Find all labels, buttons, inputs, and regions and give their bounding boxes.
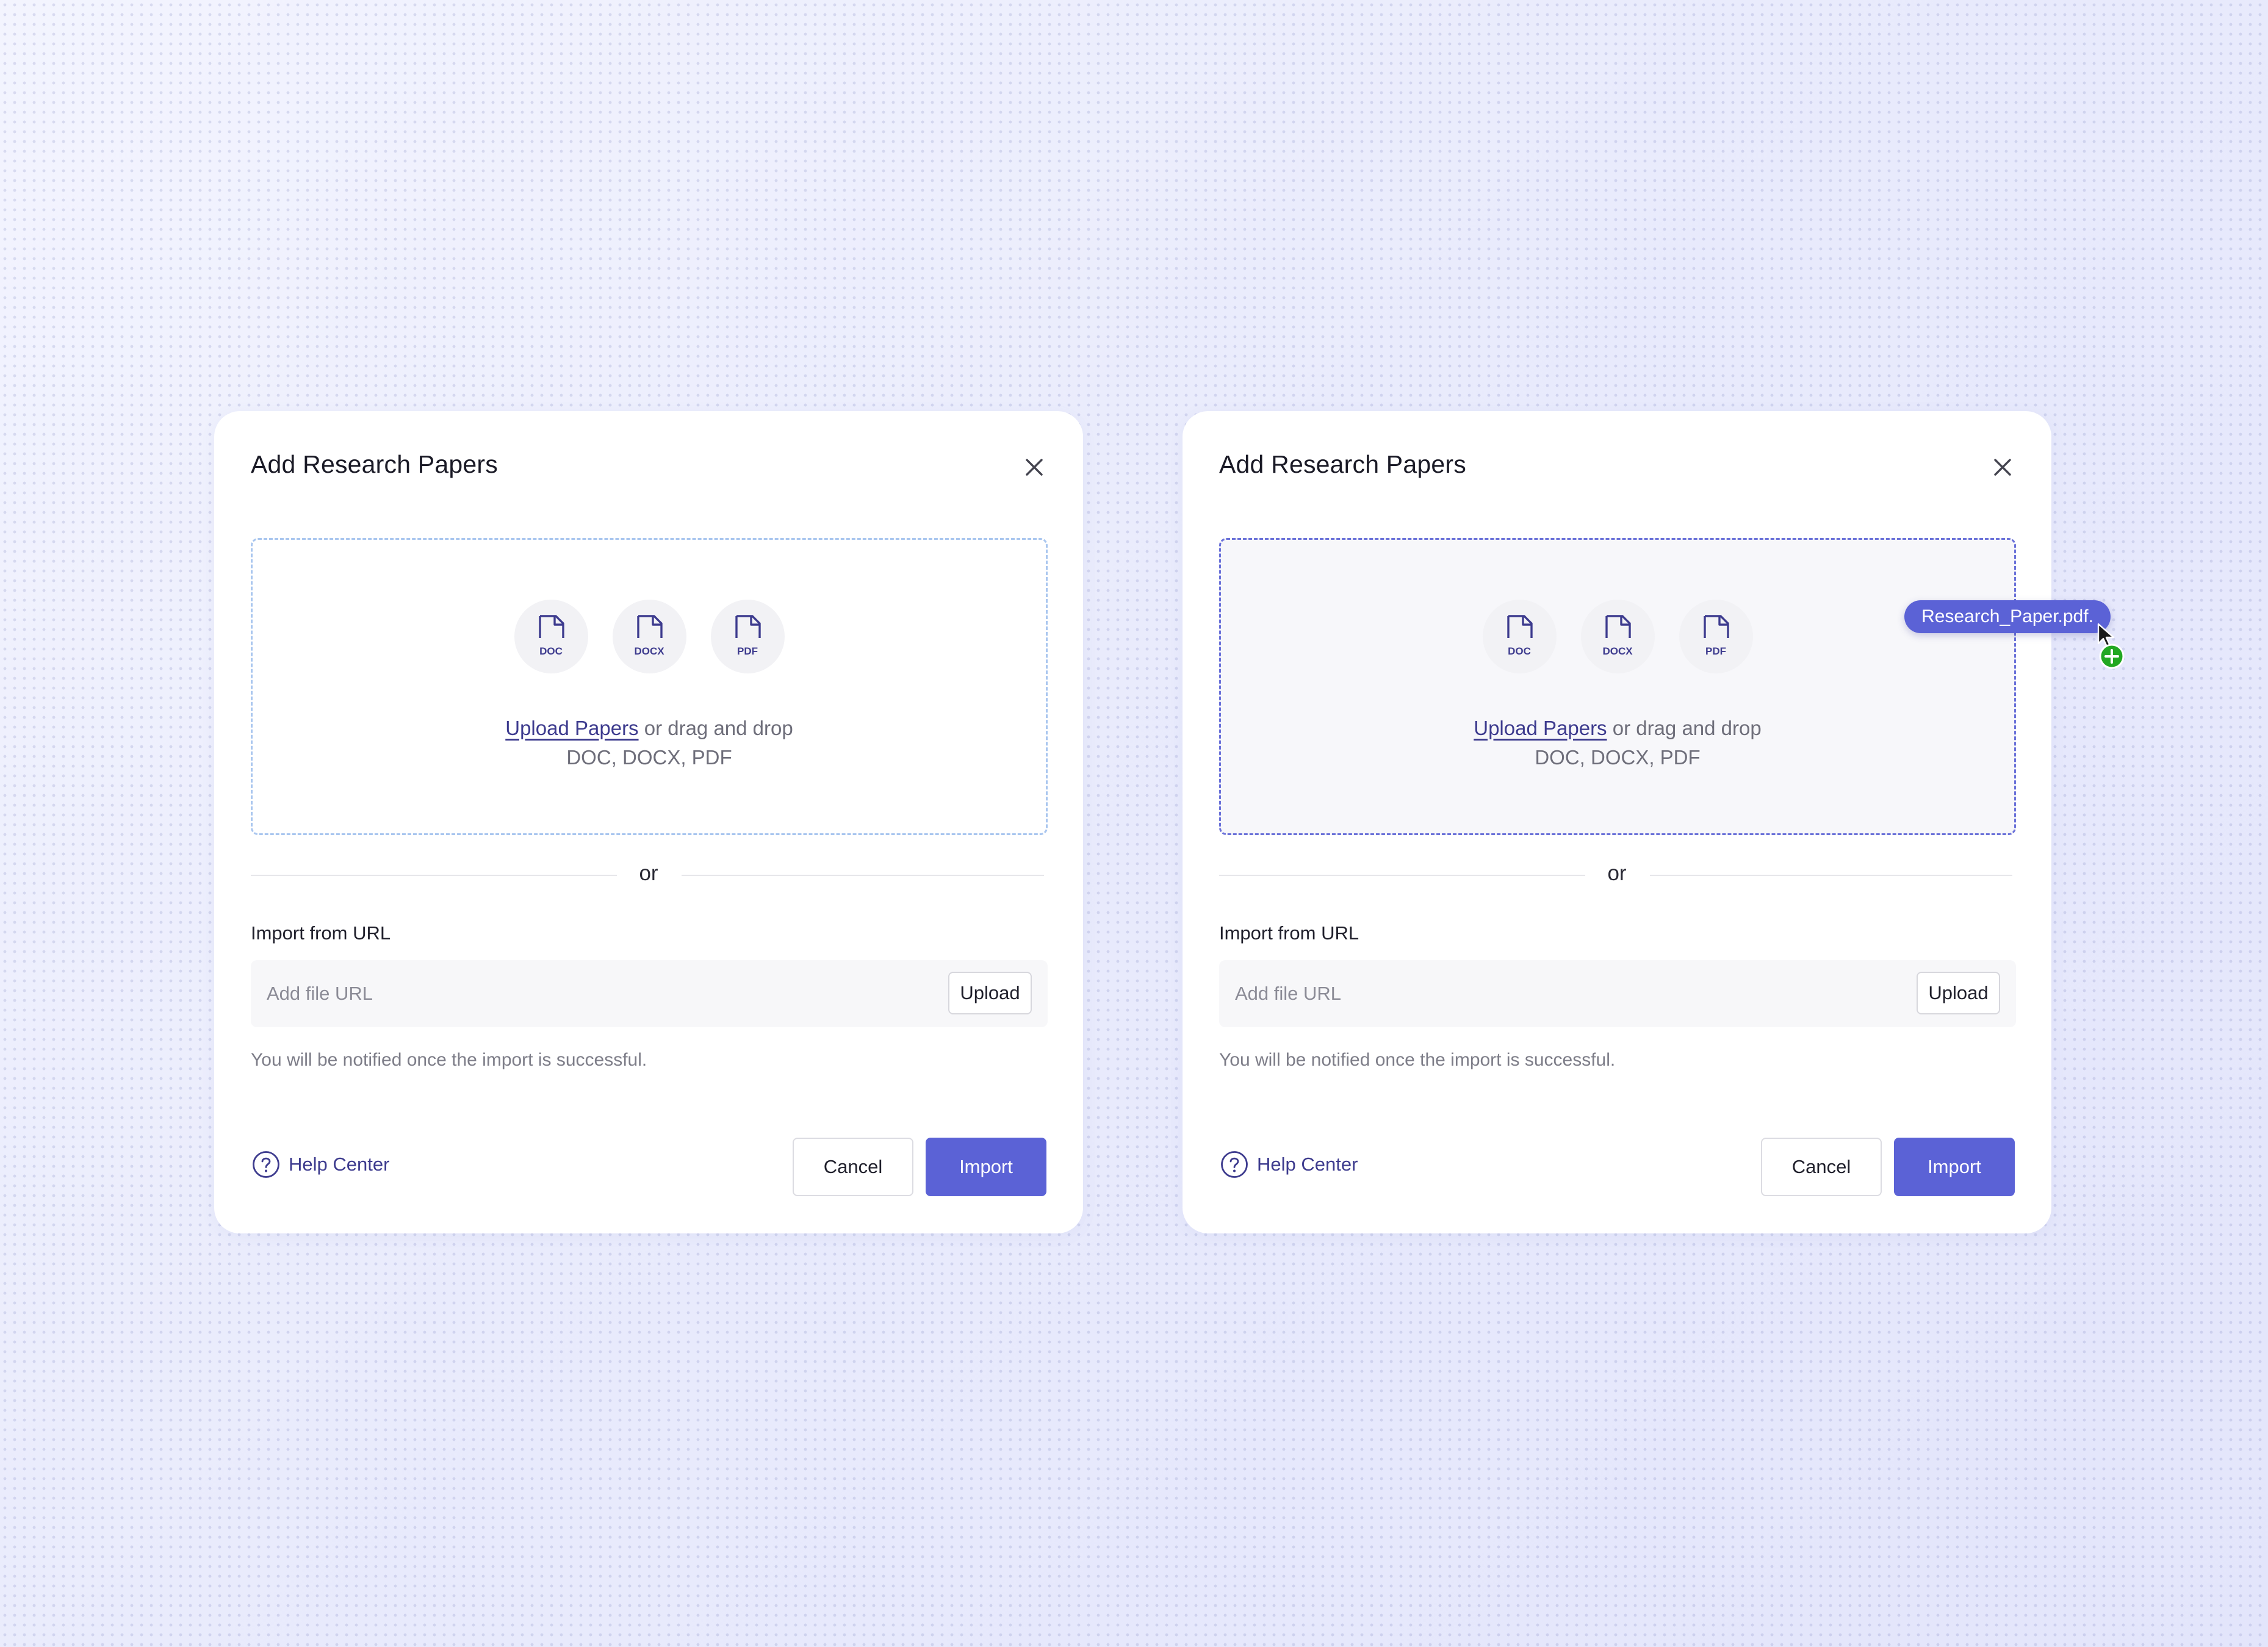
pdf-file-icon: PDF [1679, 600, 1753, 673]
svg-text:DOC: DOC [539, 645, 563, 657]
svg-text:PDF: PDF [1705, 645, 1726, 657]
url-field: Upload [251, 960, 1048, 1027]
url-field: Upload [1219, 960, 2016, 1027]
divider-or: or [1607, 861, 1627, 885]
doc-file-icon: DOC [1482, 600, 1557, 673]
docx-file-icon: DOCX [612, 600, 686, 673]
upload-dialog-dragover: Add Research Papers DOC DOCX PDF Upload … [1183, 411, 2051, 1233]
docx-file-icon: DOCX [1580, 600, 1655, 673]
close-icon[interactable] [1022, 455, 1046, 479]
upload-dialog: Add Research Papers DOC DOCX PDF Upload … [214, 411, 1083, 1233]
dialog-title: Add Research Papers [251, 450, 498, 478]
file-dropzone[interactable]: DOC DOCX PDF Upload Papers or drag and d… [251, 538, 1048, 835]
import-note: You will be notified once the import is … [251, 1050, 647, 1070]
upload-instructions: Upload Papers or drag and drop [253, 717, 1046, 740]
svg-text:DOCX: DOCX [1602, 645, 1633, 657]
import-button[interactable]: Import [1894, 1138, 2015, 1196]
upload-papers-link[interactable]: Upload Papers [1474, 717, 1607, 739]
help-icon [1221, 1151, 1248, 1178]
drag-drop-text: or drag and drop [638, 717, 793, 739]
drag-drop-text: or drag and drop [1607, 717, 1762, 739]
upload-button[interactable]: Upload [948, 972, 1032, 1014]
supported-formats: DOC, DOCX, PDF [1535, 746, 1701, 769]
file-dropzone-active[interactable]: DOC DOCX PDF Upload Papers or drag and d… [1219, 538, 2016, 835]
help-icon [253, 1151, 279, 1178]
url-input[interactable] [267, 977, 877, 1010]
pdf-file-icon: PDF [710, 600, 785, 673]
upload-papers-link[interactable]: Upload Papers [505, 717, 638, 739]
import-button[interactable]: Import [926, 1138, 1046, 1196]
cancel-button[interactable]: Cancel [1761, 1138, 1882, 1196]
url-input[interactable] [1235, 977, 1845, 1010]
svg-text:DOCX: DOCX [634, 645, 664, 657]
svg-text:DOC: DOC [1508, 645, 1531, 657]
import-note: You will be notified once the import is … [1219, 1050, 1616, 1070]
url-label: Import from URL [1219, 922, 1359, 944]
upload-button[interactable]: Upload [1917, 972, 2000, 1014]
close-icon[interactable] [1990, 455, 2015, 479]
doc-file-icon: DOC [514, 600, 588, 673]
upload-instructions: Upload Papers or drag and drop [1221, 717, 2014, 740]
cancel-button[interactable]: Cancel [793, 1138, 913, 1196]
svg-text:PDF: PDF [737, 645, 758, 657]
url-label: Import from URL [251, 922, 391, 944]
help-center-label: Help Center [1257, 1154, 1358, 1175]
help-center-label: Help Center [289, 1154, 390, 1175]
help-center-link[interactable]: Help Center [252, 1150, 389, 1179]
help-center-link[interactable]: Help Center [1220, 1150, 1358, 1179]
dialog-title: Add Research Papers [1219, 450, 1466, 478]
supported-formats: DOC, DOCX, PDF [566, 746, 732, 769]
add-plus-icon [2099, 644, 2125, 669]
divider-or: or [639, 861, 658, 885]
dragged-file-chip[interactable]: Research_Paper.pdf. [1904, 600, 2111, 633]
